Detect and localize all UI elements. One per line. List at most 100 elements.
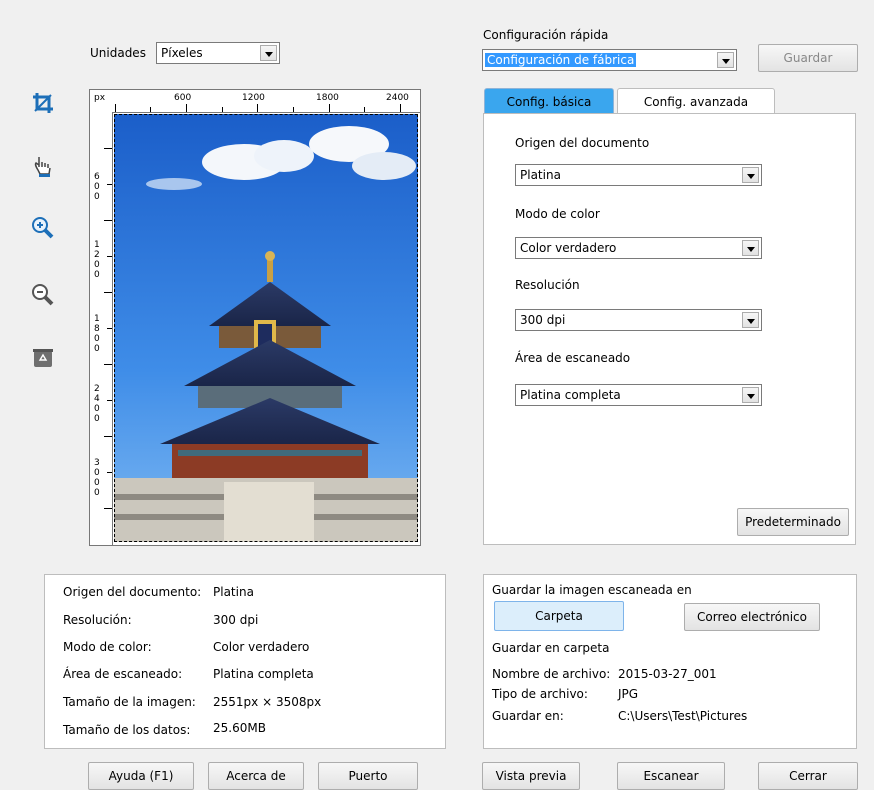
- units-select[interactable]: Píxeles: [156, 42, 280, 64]
- recycle-icon[interactable]: [30, 345, 56, 371]
- info-label: Tamaño de la imagen:: [63, 695, 196, 709]
- zoom-out-icon[interactable]: [30, 282, 56, 308]
- scan-button[interactable]: Escanear: [617, 762, 725, 790]
- ruler-left-tick-label: 600: [94, 172, 100, 202]
- info-row: Resolución: 300 dpi: [63, 613, 258, 627]
- info-row: Área de escaneado: Platina completa: [63, 667, 314, 681]
- ruler-top-tick-label: 600: [174, 93, 192, 103]
- info-value: 2551px × 3508px: [213, 695, 322, 709]
- default-button[interactable]: Predeterminado: [737, 508, 849, 536]
- saveto-value: C:\Users\Test\Pictures: [618, 709, 748, 723]
- chevron-down-icon: [742, 240, 759, 256]
- scan-area-select[interactable]: Platina completa: [515, 384, 762, 406]
- ruler-tick: [400, 104, 401, 112]
- info-value: Platina completa: [213, 667, 314, 681]
- chevron-down-icon: [742, 167, 759, 183]
- info-value: 300 dpi: [213, 613, 259, 627]
- folder-button[interactable]: Carpeta: [494, 601, 624, 631]
- save-folder-title: Guardar en carpeta: [492, 641, 610, 655]
- ruler-left-tick-label: 1200: [94, 240, 100, 280]
- preview-button[interactable]: Vista previa: [482, 762, 580, 790]
- filename-value: 2015-03-27_001: [618, 667, 717, 681]
- info-value: Color verdadero: [213, 640, 310, 654]
- ruler-tick: [104, 220, 112, 221]
- quick-config-value: Configuración de fábrica: [485, 53, 637, 67]
- hand-pan-icon[interactable]: [30, 153, 56, 179]
- info-row: Tamaño de la imagen: 2551px × 3508px: [63, 695, 321, 709]
- quick-config-select[interactable]: Configuración de fábrica: [482, 49, 737, 71]
- ruler-top-tick-label: 1200: [242, 93, 265, 103]
- chevron-down-icon: [260, 45, 277, 61]
- info-label: Área de escaneado:: [63, 667, 183, 681]
- help-button[interactable]: Ayuda (F1): [88, 762, 194, 790]
- scan-info-panel: Origen del documento: Platina Resolución…: [44, 574, 446, 749]
- ruler-tick: [222, 107, 223, 112]
- save-title: Guardar la imagen escaneada en: [492, 583, 692, 597]
- save-config-button[interactable]: Guardar: [758, 44, 858, 72]
- info-row: Origen del documento: Platina: [63, 585, 254, 599]
- ruler-tick: [329, 104, 330, 112]
- info-label: Modo de color:: [63, 640, 152, 654]
- about-button[interactable]: Acerca de: [208, 762, 304, 790]
- save-destination-panel: Guardar la imagen escaneada en Carpeta C…: [483, 574, 857, 749]
- ruler-unit: px: [94, 93, 106, 103]
- left-ruler: 600 1200 1800 2400 3000: [90, 112, 113, 545]
- info-label: Tamaño de los datos:: [63, 723, 191, 737]
- info-row: Tamaño de los datos: 25.60MB: [63, 721, 266, 737]
- scan-area-label: Área de escaneado: [515, 351, 631, 365]
- top-ruler: px 600 1200 1800 2400: [90, 90, 420, 113]
- ruler-tick: [107, 400, 112, 401]
- ruler-tick: [104, 436, 112, 437]
- quick-config-label: Configuración rápida: [483, 28, 609, 42]
- units-select-value: Píxeles: [161, 46, 203, 60]
- ruler-tick: [150, 107, 151, 112]
- ruler-left-tick-label: 3000: [94, 458, 100, 498]
- filename-row: Nombre de archivo: 2015-03-27_001: [492, 667, 717, 681]
- ruler-tick: [104, 508, 112, 509]
- chevron-down-icon: [717, 52, 734, 68]
- ruler-tick: [107, 256, 112, 257]
- resolution-select[interactable]: 300 dpi: [515, 309, 762, 331]
- tab-basic-settings[interactable]: Config. básica: [484, 88, 614, 114]
- resolution-value: 300 dpi: [520, 313, 566, 327]
- ruler-tick: [257, 104, 258, 112]
- color-mode-label: Modo de color: [515, 207, 600, 221]
- ruler-tick: [104, 148, 112, 149]
- close-button[interactable]: Cerrar: [758, 762, 858, 790]
- resolution-label: Resolución: [515, 278, 580, 292]
- ruler-tick: [293, 107, 294, 112]
- chevron-down-icon: [742, 312, 759, 328]
- color-mode-select[interactable]: Color verdadero: [515, 237, 762, 259]
- saveto-label: Guardar en:: [492, 709, 564, 723]
- ruler-tick: [107, 472, 112, 473]
- ruler-tick: [107, 328, 112, 329]
- ruler-top-tick-label: 1800: [316, 93, 339, 103]
- color-mode-value: Color verdadero: [520, 241, 617, 255]
- email-button[interactable]: Correo electrónico: [684, 603, 820, 631]
- ruler-tick: [364, 107, 365, 112]
- chevron-down-icon: [742, 387, 759, 403]
- filename-label: Nombre de archivo:: [492, 667, 611, 681]
- filetype-value: JPG: [618, 687, 639, 701]
- document-source-label: Origen del documento: [515, 136, 650, 150]
- ruler-tick: [104, 292, 112, 293]
- scan-preview-image[interactable]: [114, 114, 418, 542]
- ruler-tick: [107, 184, 112, 185]
- info-value: 25.60MB: [213, 721, 266, 735]
- scan-area-value: Platina completa: [520, 388, 621, 402]
- ruler-top-tick-label: 2400: [386, 93, 409, 103]
- port-button[interactable]: Puerto: [318, 762, 418, 790]
- zoom-in-icon[interactable]: [30, 215, 56, 241]
- scan-area-selection[interactable]: [114, 114, 418, 542]
- info-label: Origen del documento:: [63, 585, 202, 599]
- tab-advanced-settings[interactable]: Config. avanzada: [617, 88, 775, 114]
- crop-icon[interactable]: [30, 90, 56, 116]
- filetype-label: Tipo de archivo:: [492, 687, 588, 701]
- info-value: Platina: [213, 585, 254, 599]
- ruler-left-tick-label: 1800: [94, 314, 100, 354]
- ruler-tick: [115, 104, 116, 112]
- filetype-row: Tipo de archivo: JPG: [492, 687, 638, 701]
- units-label: Unidades: [90, 46, 146, 60]
- preview-area[interactable]: px 600 1200 1800 2400 600 1200 1800 2400…: [89, 89, 421, 546]
- document-source-select[interactable]: Platina: [515, 164, 762, 186]
